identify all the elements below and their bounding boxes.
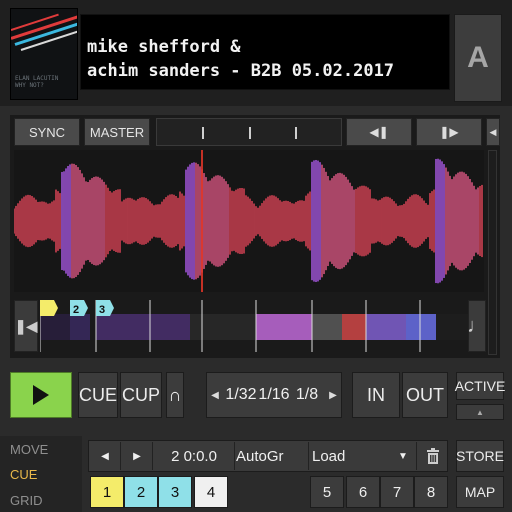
hotcue-6-button[interactable]: 6 xyxy=(346,476,380,508)
autogrid-field[interactable]: AutoGr xyxy=(236,440,306,472)
loop-size-prev-button[interactable]: ◀ xyxy=(206,372,224,418)
overview-segment xyxy=(70,314,90,340)
mode-move[interactable]: MOVE xyxy=(10,442,48,457)
overview-segment xyxy=(190,314,256,340)
music-note-icon: ♩ xyxy=(467,314,487,337)
loop-size-1-16[interactable]: 1/16 xyxy=(258,372,290,418)
beat-tick xyxy=(202,127,204,139)
loop-out-button[interactable]: OUT xyxy=(402,372,448,418)
overview-segment xyxy=(366,314,406,340)
cue-marker-label: 2 xyxy=(73,304,79,316)
skip-to-start-icon: ❚◀ xyxy=(14,317,38,334)
play-button[interactable] xyxy=(10,372,72,418)
deck-letter-button[interactable]: A xyxy=(454,14,502,102)
loop-size-1-32[interactable]: 1/32 xyxy=(224,372,258,418)
waveform-display[interactable] xyxy=(14,150,484,292)
overview-segment xyxy=(436,314,468,340)
track-title-box: mike shefford & achim sanders - B2B 05.0… xyxy=(80,14,450,90)
beat-phase-meter xyxy=(156,118,342,146)
skip-back-icon: ◀❚ xyxy=(369,125,389,139)
album-cover: ELAN LACUTIN WHY NOT? xyxy=(10,8,78,100)
cue-position-field[interactable]: 2 0:0.0 xyxy=(156,440,232,472)
music-note-button[interactable]: ♩ xyxy=(467,300,487,352)
cover-caption: ELAN LACUTIN WHY NOT? xyxy=(15,75,59,89)
divider xyxy=(308,442,309,470)
loop-size-next-button[interactable]: ▶ xyxy=(324,372,342,418)
loop-active-button[interactable]: ACTIVE xyxy=(455,372,505,400)
map-button[interactable]: MAP xyxy=(456,476,504,508)
beat-tick xyxy=(249,127,251,139)
hotcue-2-button[interactable]: 2 xyxy=(124,476,158,508)
track-title: mike shefford & achim sanders - B2B 05.0… xyxy=(87,37,395,81)
store-button[interactable]: STORE xyxy=(456,440,504,472)
sync-button[interactable]: SYNC xyxy=(14,118,80,146)
arrow-up-icon: ▲ xyxy=(476,407,484,417)
cue-button[interactable]: CUE xyxy=(78,372,118,418)
hotcue-8-button[interactable]: 8 xyxy=(414,476,448,508)
mode-cue[interactable]: CUE xyxy=(10,467,37,482)
scroll-left-button[interactable]: ◀ xyxy=(486,118,500,146)
overview-segment xyxy=(40,314,70,340)
cue-type-select[interactable]: Load xyxy=(312,440,392,472)
cue-prev-button[interactable]: ◀ xyxy=(92,440,118,472)
overview-segment xyxy=(96,314,190,340)
loop-in-button[interactable]: IN xyxy=(352,372,400,418)
play-icon xyxy=(33,385,49,405)
cue-marker-label: 3 xyxy=(99,304,105,316)
jump-to-start-button[interactable]: ❚◀ xyxy=(14,300,38,352)
hotcue-7-button[interactable]: 7 xyxy=(380,476,414,508)
skip-forward-button[interactable]: ❚▶ xyxy=(416,118,482,146)
master-button[interactable]: MASTER xyxy=(84,118,150,146)
hotcue-1-button[interactable]: 1 xyxy=(90,476,124,508)
hotcue-4-button[interactable]: 4 xyxy=(194,476,228,508)
beat-tick xyxy=(295,127,297,139)
delete-cue-button[interactable] xyxy=(420,440,446,472)
overview-segment xyxy=(256,314,312,340)
loop-size-1-8[interactable]: 1/8 xyxy=(290,372,324,418)
divider xyxy=(152,442,153,470)
cup-button[interactable]: CUP xyxy=(120,372,162,418)
skip-forward-icon: ❚▶ xyxy=(439,125,459,139)
divider xyxy=(416,442,417,470)
overview-segment xyxy=(406,314,436,340)
cue-next-button[interactable]: ▶ xyxy=(124,440,150,472)
chevron-down-icon[interactable]: ▼ xyxy=(394,440,412,472)
track-overview-stripe[interactable]: 23 xyxy=(40,300,468,352)
caret-left-icon: ◀ xyxy=(489,126,497,137)
hotcue-3-button[interactable]: 3 xyxy=(158,476,192,508)
waveform-scrollbar[interactable] xyxy=(488,150,497,355)
divider xyxy=(120,442,121,470)
cue-marker[interactable] xyxy=(40,300,58,316)
mode-grid[interactable]: GRID xyxy=(10,493,43,508)
overview-segment xyxy=(342,314,366,340)
hotcue-5-button[interactable]: 5 xyxy=(310,476,344,508)
skip-back-button[interactable]: ◀❚ xyxy=(346,118,412,146)
flux-button[interactable]: ∩ xyxy=(166,372,184,418)
trash-icon xyxy=(427,448,439,464)
overview-segment xyxy=(312,314,342,340)
divider xyxy=(234,442,235,470)
expand-button[interactable]: ▲ xyxy=(456,404,504,420)
